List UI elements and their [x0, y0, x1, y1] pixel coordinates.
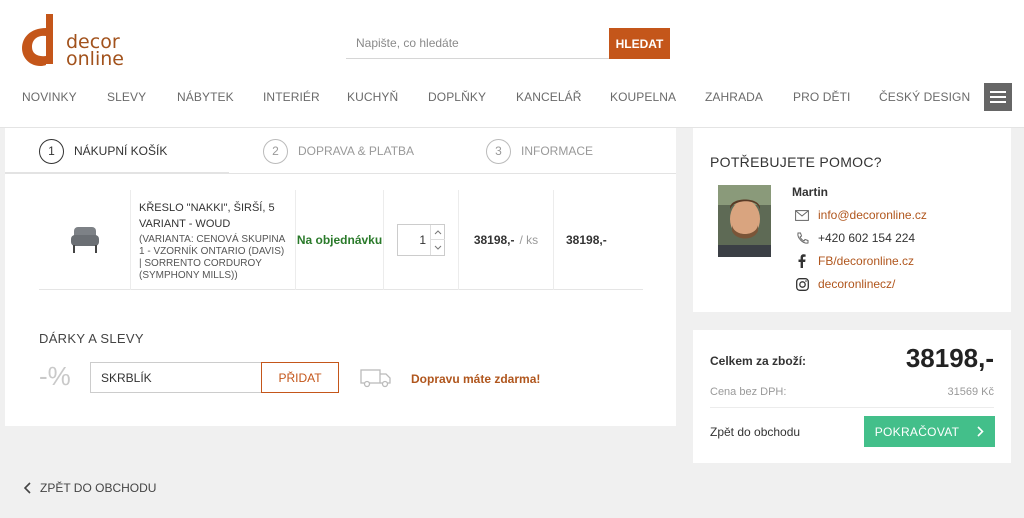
total-price-cell: 38198,- — [554, 190, 643, 290]
total-price: 38198,- — [566, 233, 607, 247]
instagram-link[interactable]: decoronlinecz/ — [818, 277, 895, 291]
site-header: decor online HLEDAT NOVINKY SLEVY NÁBYTE… — [0, 0, 1024, 128]
percent-icon: -% — [39, 361, 71, 391]
contact-phone[interactable]: +420 602 154 224 — [795, 230, 915, 246]
step-number: 2 — [263, 138, 288, 164]
step-number: 1 — [39, 138, 64, 164]
facebook-link[interactable]: FB/decoronline.cz — [818, 254, 914, 268]
availability-cell: Na objednávku — [296, 190, 384, 290]
divider — [710, 407, 994, 408]
vat-value: 31569 Kč — [947, 386, 994, 398]
back-to-shop-link[interactable]: ZPĚT DO OBCHODU — [24, 481, 156, 495]
step-cart[interactable]: 1 NÁKUPNÍ KOŠÍK — [39, 138, 167, 164]
continue-label: POKRAČOVAT — [874, 424, 960, 439]
hamburger-icon[interactable] — [984, 83, 1012, 111]
quantity-cell — [384, 190, 459, 290]
total-label: Celkem za zboží: — [710, 354, 807, 368]
vat-label: Cena bez DPH: — [710, 386, 787, 398]
instagram-icon — [795, 277, 809, 291]
active-step-underline — [5, 172, 229, 174]
back-link-label: ZPĚT DO OBCHODU — [40, 481, 157, 495]
armchair-icon — [70, 227, 99, 253]
total-value: 38198,- — [905, 343, 994, 373]
nav-item-cesky-design[interactable]: ČESKÝ DESIGN — [879, 90, 970, 104]
contact-email[interactable]: info@decoronline.cz — [795, 207, 927, 223]
step-number: 3 — [486, 138, 511, 164]
logo-line2: online — [66, 48, 124, 70]
main-nav: NOVINKY SLEVY NÁBYTEK INTERIÉR KUCHYŇ DO… — [0, 84, 1024, 110]
help-title: POTŘEBUJETE POMOC? — [710, 154, 882, 170]
order-summary: Celkem za zboží: 38198,- Cena bez DPH: 3… — [693, 330, 1011, 463]
step-label: INFORMACE — [521, 144, 593, 158]
phone-icon — [795, 231, 809, 245]
step-info[interactable]: 3 INFORMACE — [486, 138, 593, 164]
product-variant: (VARIANTA: CENOVÁ SKUPINA 1 - VZORNÍK ON… — [139, 234, 285, 281]
logo-mark-icon — [22, 14, 53, 66]
product-name[interactable]: KŘESLO "NAKKI", ŠIRŠÍ, 5 VARIANT - WOUD — [139, 200, 287, 232]
nav-item-koupelna[interactable]: KOUPELNA — [610, 90, 676, 104]
chevron-down-icon[interactable] — [430, 240, 445, 255]
step-label: NÁKUPNÍ KOŠÍK — [74, 144, 168, 158]
checkout-steps: 1 NÁKUPNÍ KOŠÍK 2 DOPRAVA & PLATBA 3 INF… — [5, 128, 676, 174]
nav-item-interier[interactable]: INTERIÉR — [263, 90, 320, 104]
nav-item-zahrada[interactable]: ZAHRADA — [705, 90, 763, 104]
cart-panel: 1 NÁKUPNÍ KOŠÍK 2 DOPRAVA & PLATBA 3 INF… — [5, 128, 676, 426]
continue-button[interactable]: POKRAČOVAT — [864, 416, 995, 447]
product-name-cell: KŘESLO "NAKKI", ŠIRŠÍ, 5 VARIANT - WOUD … — [131, 190, 296, 290]
quantity-input[interactable] — [398, 225, 430, 255]
envelope-icon — [795, 208, 809, 222]
nav-item-kancelar[interactable]: KANCELÁŘ — [516, 90, 582, 104]
chevron-up-icon[interactable] — [430, 225, 445, 240]
step-label: DOPRAVA & PLATBA — [298, 144, 415, 158]
truck-icon — [360, 369, 391, 388]
chevron-left-icon — [24, 482, 31, 494]
help-box: POTŘEBUJETE POMOC? Martin info@decoronli… — [693, 128, 1011, 312]
contact-instagram[interactable]: decoronlinecz/ — [795, 276, 895, 292]
search-bar: HLEDAT — [346, 28, 670, 59]
coupon-input[interactable] — [90, 362, 262, 393]
availability-status: Na objednávku — [296, 232, 383, 247]
nav-item-kuchyn[interactable]: KUCHYŇ — [347, 90, 398, 104]
agent-photo — [718, 185, 771, 257]
email-link[interactable]: info@decoronline.cz — [818, 208, 927, 222]
add-coupon-button[interactable]: PŘIDAT — [261, 362, 339, 393]
contact-facebook[interactable]: FB/decoronline.cz — [795, 253, 914, 269]
quantity-stepper — [397, 224, 445, 256]
nav-item-slevy[interactable]: SLEVY — [107, 90, 146, 104]
gifts-title: DÁRKY A SLEVY — [39, 331, 144, 346]
facebook-icon — [795, 254, 809, 268]
step-shipping[interactable]: 2 DOPRAVA & PLATBA — [263, 138, 414, 164]
unit-price: 38198,- — [473, 233, 515, 247]
unit-suffix: / ks — [519, 233, 539, 247]
logo-text: decor online — [66, 33, 124, 70]
nav-item-novinky[interactable]: NOVINKY — [22, 90, 77, 104]
back-to-shop-small[interactable]: Zpět do obchodu — [710, 425, 800, 439]
search-input[interactable] — [346, 28, 608, 58]
chevron-right-icon — [977, 426, 984, 437]
unit-price-cell: 38198,- / ks — [459, 190, 554, 290]
nav-item-doplnky[interactable]: DOPLŇKY — [428, 90, 486, 104]
search-button[interactable]: HLEDAT — [609, 28, 670, 59]
product-image[interactable] — [39, 190, 131, 290]
cart-item-row: KŘESLO "NAKKI", ŠIRŠÍ, 5 VARIANT - WOUD … — [39, 190, 643, 290]
agent-name: Martin — [792, 185, 828, 199]
free-shipping-note: Dopravu máte zdarma! — [411, 372, 541, 386]
logo[interactable]: decor online — [20, 14, 130, 70]
nav-item-nabytek[interactable]: NÁBYTEK — [177, 90, 234, 104]
phone-number[interactable]: +420 602 154 224 — [818, 231, 915, 245]
nav-item-pro-deti[interactable]: PRO DĚTI — [793, 90, 850, 104]
